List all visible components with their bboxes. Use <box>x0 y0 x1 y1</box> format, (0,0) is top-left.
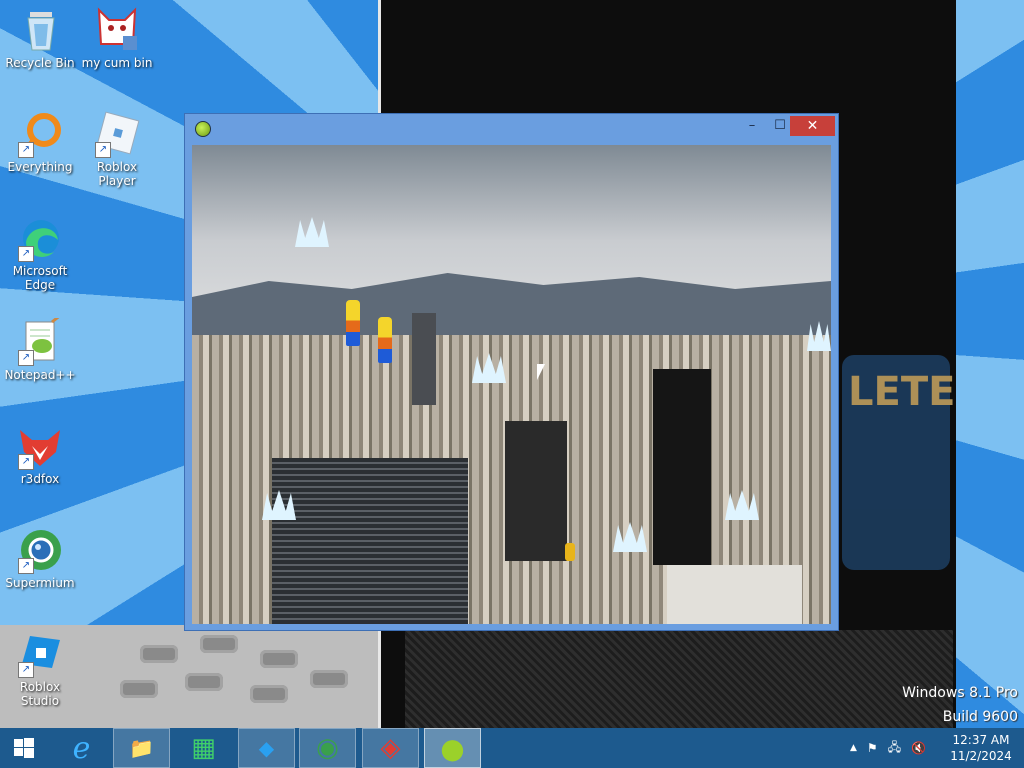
desktop-icon-label: Microsoft Edge <box>12 264 68 292</box>
desktop-icon-notepad-plus-plus[interactable]: ↗ Notepad++ <box>0 312 80 382</box>
shortcut-arrow-icon: ↗ <box>95 142 111 158</box>
desktop-icon-microsoft-edge[interactable]: ↗ Microsoft Edge <box>0 214 80 292</box>
ice-spike-enemy <box>807 321 831 351</box>
desktop-icon-label: r3dfox <box>20 472 60 486</box>
desktop-icon-label: Everything <box>7 160 73 174</box>
shortcut-arrow-icon: ↗ <box>18 662 34 678</box>
taskbar-file-explorer[interactable]: 📁 <box>113 728 170 768</box>
scene-tower-black <box>653 369 711 565</box>
green-ball-icon[interactable] <box>195 121 211 137</box>
recycle-bin-icon <box>16 6 64 54</box>
bart-sprite <box>378 317 392 363</box>
taskbar-roblox-studio[interactable]: ◆ <box>238 728 295 768</box>
desktop-icon-supermium[interactable]: ↗ Supermium <box>0 526 80 590</box>
game-viewport[interactable] <box>192 145 831 624</box>
desktop-icon-label: Recycle Bin <box>5 56 75 70</box>
desktop-icon-my-cum-bin[interactable]: my cum bin <box>77 6 157 70</box>
scene-building-white <box>667 565 802 624</box>
window-titlebar[interactable]: – ☐ ✕ <box>185 114 838 144</box>
roblox-studio-icon: ↗ <box>16 630 64 678</box>
shortcut-arrow-icon: ↗ <box>18 454 34 470</box>
store-icon: ▦ <box>191 733 216 763</box>
ice-spike-enemy <box>262 490 296 520</box>
folder-icon: 📁 <box>129 736 154 760</box>
supermium-icon: ◉ <box>316 733 339 763</box>
edge-icon: ↗ <box>16 214 64 262</box>
fox-icon: ◈ <box>380 733 401 763</box>
desktop-icon-label: Roblox Studio <box>19 680 61 708</box>
scene-tower-dark <box>505 421 567 561</box>
ice-spike-enemy <box>725 490 759 520</box>
bart-sprite <box>346 300 360 346</box>
shortcut-arrow-icon: ↗ <box>18 246 34 262</box>
shortcut-arrow-icon: ↗ <box>18 558 34 574</box>
desktop: LETE Recycle Bin my cum bin ↗ Everything… <box>0 0 1024 728</box>
app-window[interactable]: – ☐ ✕ <box>184 113 839 631</box>
taskbar-store[interactable]: ▦ <box>175 728 232 768</box>
scene-tower <box>412 313 436 405</box>
roblox-studio-icon: ◆ <box>258 736 275 760</box>
wallpaper-mesh <box>405 630 953 728</box>
desktop-icon-label: Roblox Player <box>96 160 138 188</box>
shortcut-arrow-icon: ↗ <box>18 142 34 158</box>
search-ring-icon: ↗ <box>16 110 64 158</box>
desktop-icon-everything[interactable]: ↗ Everything <box>0 110 80 174</box>
volume-muted-icon[interactable]: 🔇 <box>911 741 926 755</box>
taskbar-clock[interactable]: 12:37 AM 11/2/2024 <box>945 732 1017 764</box>
desktop-icon-roblox-player[interactable]: ↗ Roblox Player <box>77 110 157 188</box>
taskbar: e 📁 ▦ ◆ ◉ ◈ ● ▲ ⚑ 🖧 🔇 12:37 AM 11/2/2024 <box>0 728 1024 768</box>
clock-date: 11/2/2024 <box>950 749 1012 763</box>
cat-recycle-icon <box>93 6 141 54</box>
clock-time: 12:37 AM <box>952 733 1010 747</box>
small-sprite <box>565 543 575 561</box>
roblox-icon: ↗ <box>93 110 141 158</box>
desktop-icon-recycle-bin[interactable]: Recycle Bin <box>0 6 80 70</box>
show-hidden-icons-chevron-icon[interactable]: ▲ <box>850 743 857 753</box>
desktop-icon-label: Notepad++ <box>4 368 76 382</box>
windows-version-watermark: Windows 8.1 Pro <box>902 685 1018 701</box>
minimize-button[interactable]: – <box>738 116 766 136</box>
notepad-icon: ↗ <box>16 312 64 366</box>
shortcut-arrow-icon: ↗ <box>18 350 34 366</box>
fox-icon: ↗ <box>16 422 64 470</box>
network-icon[interactable]: 🖧 <box>888 738 901 759</box>
mouse-cursor <box>537 364 545 380</box>
ice-spike-enemy <box>472 353 506 383</box>
windows-build-watermark: Build 9600 <box>942 709 1018 725</box>
taskbar-green-ball-app[interactable]: ● <box>424 728 481 768</box>
taskbar-internet-explorer[interactable]: e <box>53 728 110 768</box>
close-button[interactable]: ✕ <box>790 116 835 136</box>
system-tray: ▲ ⚑ 🖧 🔇 <box>850 728 926 768</box>
wallpaper-sticker-text: LETE <box>848 369 956 415</box>
taskbar-supermium[interactable]: ◉ <box>299 728 356 768</box>
ice-spike-enemy <box>295 217 329 247</box>
wallpaper-sticker: LETE <box>842 355 955 570</box>
green-ball-icon: ● <box>440 731 465 765</box>
windows-start-icon[interactable] <box>0 728 48 768</box>
scene-building-foreground <box>272 458 468 624</box>
desktop-icon-label: Supermium <box>5 576 75 590</box>
desktop-icon-label: my cum bin <box>81 56 153 70</box>
action-center-flag-icon[interactable]: ⚑ <box>867 741 878 755</box>
desktop-icon-roblox-studio[interactable]: ↗ Roblox Studio <box>0 630 80 708</box>
taskbar-r3dfox[interactable]: ◈ <box>362 728 419 768</box>
supermium-icon: ↗ <box>16 526 64 574</box>
ice-spike-enemy <box>613 522 647 552</box>
internet-explorer-icon: e <box>72 730 91 766</box>
desktop-icon-r3dfox[interactable]: ↗ r3dfox <box>0 422 80 486</box>
